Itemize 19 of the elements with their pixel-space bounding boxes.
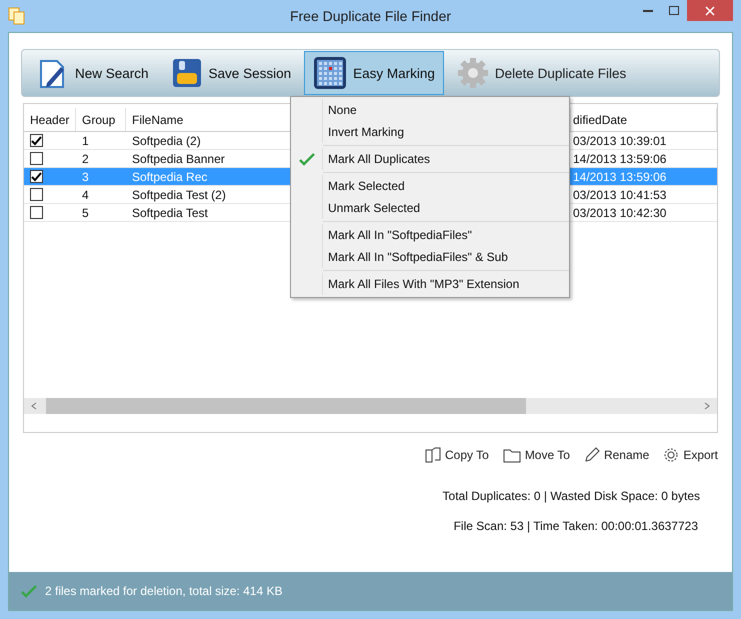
table-cell-text: 03/2013 10:41:53 [572, 188, 666, 202]
table-cell-text: 2 [81, 152, 89, 166]
window-title: Free Duplicate File Finder [290, 8, 452, 24]
table-cell-text: 1 [81, 134, 89, 148]
table-cell-text: 03/2013 10:39:01 [572, 134, 666, 148]
table-cell-text: 3 [81, 170, 89, 184]
table-cell-text: 5 [81, 206, 89, 220]
table-cell-text: Softpedia (2) [131, 134, 201, 148]
table-cell-text: Softpedia Test (2) [131, 188, 226, 202]
table-cell-text: Softpedia Rec [131, 170, 208, 184]
table-cell-text: 14/2013 13:59:06 [572, 170, 666, 184]
table-cell-text: 14/2013 13:59:06 [572, 152, 666, 166]
table-cell-text: 4 [81, 188, 89, 202]
table-cell-text: 03/2013 10:42:30 [572, 206, 666, 220]
status-text: 2 files marked for deletion, total size: 414 KB [45, 584, 282, 598]
table-cell-text: Softpedia Banner [131, 152, 225, 166]
table-cell-text: Softpedia Test [131, 206, 208, 220]
duplicates-summary: Total Duplicates: 0 | Wasted Disk Space: 0 bytes [442, 489, 700, 503]
scan-summary: File Scan: 53 | Time Taken: 00:00:01.3637723 [452, 519, 698, 533]
